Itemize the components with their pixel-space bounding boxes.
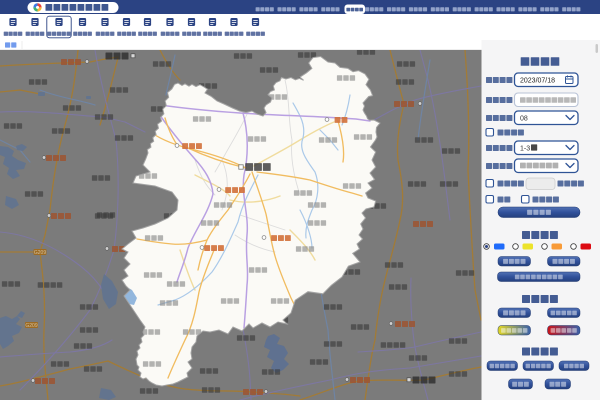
svg-text:1-3: 1-3 [520,146,530,153]
svg-text:2023/07/18: 2023/07/18 [520,78,555,85]
svg-text:08: 08 [520,116,528,123]
svg-text:G209: G209 [25,323,37,329]
svg-text:G209: G209 [34,250,46,256]
